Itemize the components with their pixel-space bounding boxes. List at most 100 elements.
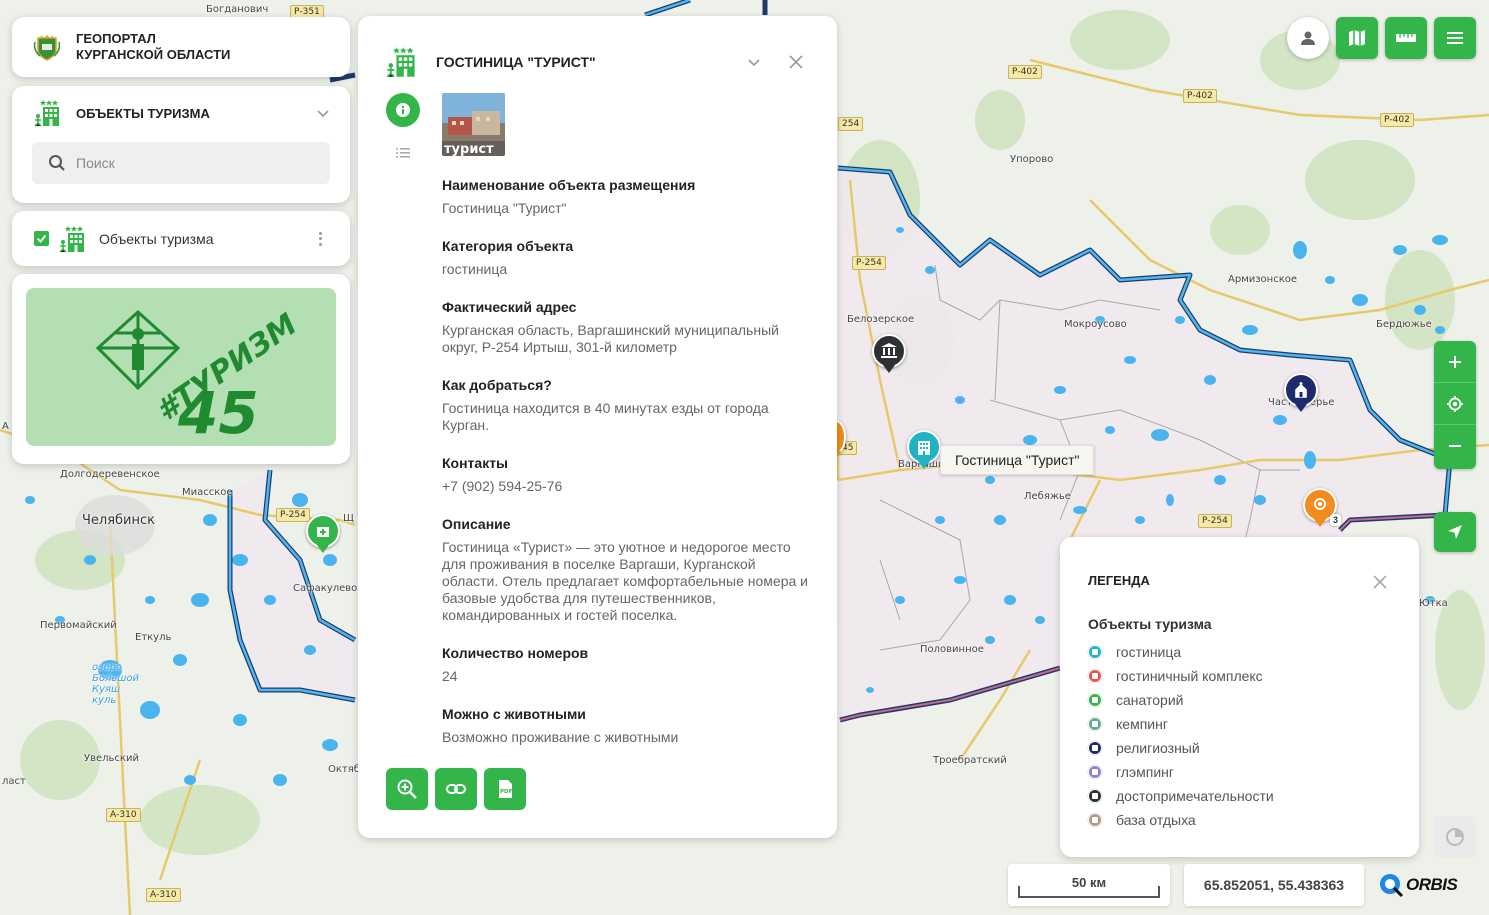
user-button[interactable] xyxy=(1287,17,1329,59)
orbis-logo-icon xyxy=(1380,874,1404,898)
legend-item: достопримечательности xyxy=(1088,784,1391,808)
zoom-in-button[interactable] xyxy=(1434,341,1476,383)
photo-caption: турист xyxy=(444,142,494,156)
field-value: Гостиница "Турист" xyxy=(442,200,567,216)
legend-item-label: санаторий xyxy=(1116,692,1184,708)
close-icon[interactable] xyxy=(1373,575,1387,589)
legend-item-label: кемпинг xyxy=(1116,716,1168,732)
legend-panel: ЛЕГЕНДА Объекты туризма гостиница гостин… xyxy=(1060,537,1419,857)
tourism-banner-card[interactable]: #ТУРИЗМ 45 xyxy=(12,274,350,464)
sanatorium-marker[interactable] xyxy=(306,514,340,553)
hotel-icon xyxy=(918,441,930,455)
close-icon[interactable] xyxy=(789,55,803,69)
legend-item-label: гостиница xyxy=(1116,644,1182,660)
tab-attributes[interactable] xyxy=(386,136,420,170)
church-icon xyxy=(1295,382,1307,398)
hotel-marker-selected[interactable] xyxy=(907,430,941,469)
field-contacts: Контакты +7 (902) 594-25-76 xyxy=(442,454,812,495)
religious-marker[interactable] xyxy=(1284,373,1318,412)
measure-button[interactable] xyxy=(1385,17,1427,59)
export-pdf-button[interactable]: PDF xyxy=(484,768,526,810)
detail-fields: Наименование объекта размещения Гостиниц… xyxy=(442,176,812,766)
field-value: Курганская область, Варгашинский муницип… xyxy=(442,322,779,355)
hotel-category-icon xyxy=(386,47,415,78)
field-label: Наименование объекта размещения xyxy=(442,177,696,193)
zoom-in-icon xyxy=(397,779,417,799)
reset-view-button[interactable] xyxy=(1434,383,1476,425)
hotel-layer-icon xyxy=(34,100,59,127)
portal-title-line2: КУРГАНСКОЙ ОБЛАСТИ xyxy=(76,47,231,62)
layer-group-header[interactable]: ОБЪЕКТЫ ТУРИЗМА xyxy=(32,86,330,140)
road-badge: Р-402 xyxy=(1380,113,1414,127)
coat-of-arms-icon xyxy=(33,35,61,61)
crosshair-icon xyxy=(1447,395,1463,412)
legend-subtitle: Объекты туризма xyxy=(1088,616,1212,632)
tab-info[interactable] xyxy=(386,93,420,127)
place-label: Миасское xyxy=(182,487,233,498)
field-label: Категория объекта xyxy=(442,238,574,254)
object-photo[interactable]: турист xyxy=(442,93,505,156)
place-label: Богданович xyxy=(206,4,269,15)
layer-group-title: ОБЪЕКТЫ ТУРИЗМА xyxy=(76,105,210,121)
road-badge: Р-254 xyxy=(1198,514,1232,528)
search-input[interactable] xyxy=(76,155,316,171)
sanatorium-icon xyxy=(317,527,329,537)
legend-item: база отдыха xyxy=(1088,808,1391,832)
orbis-logo-text: ORBIS xyxy=(1406,875,1458,894)
place-label: Половинное xyxy=(920,644,984,655)
place-label: Увельский xyxy=(84,753,139,764)
map-tooltip: Гостиница "Турист" xyxy=(940,445,1095,475)
legend-items: гостиница гостиничный комплекс санаторий… xyxy=(1088,640,1391,832)
legend-item-label: достопримечательности xyxy=(1116,788,1274,804)
hotel-photo: турист xyxy=(442,93,505,156)
hamburger-icon xyxy=(1447,32,1463,44)
field-label: Описание xyxy=(442,516,511,532)
legend-item: гостиница xyxy=(1088,640,1391,664)
statistics-button[interactable] xyxy=(1434,816,1476,858)
place-label: Первомайский xyxy=(40,620,117,631)
object-detail-panel: ГОСТИНИЦА "ТУРИСТ" турист Наименование о… xyxy=(358,16,837,838)
field-label: Можно с животными xyxy=(442,706,586,722)
zoom-out-button[interactable] xyxy=(1434,425,1476,467)
main-menu-button[interactable] xyxy=(1434,17,1476,59)
place-label: Мокроусово xyxy=(1064,319,1127,330)
detail-actions: PDF xyxy=(386,768,526,810)
geolocation-button[interactable] xyxy=(1434,512,1476,552)
tourism-banner[interactable]: #ТУРИЗМ 45 xyxy=(26,288,336,446)
search-icon xyxy=(49,155,65,171)
road-badge: Р-402 xyxy=(1008,65,1042,79)
collapse-icon[interactable] xyxy=(747,55,761,69)
place-label: Ютка xyxy=(1419,598,1448,609)
layer-menu-icon[interactable] xyxy=(312,231,328,247)
zoom-to-object-button[interactable] xyxy=(386,768,428,810)
search-box[interactable] xyxy=(32,142,330,184)
basemap-button[interactable] xyxy=(1336,17,1378,59)
field-label: Как добраться? xyxy=(442,377,552,393)
sight-marker[interactable] xyxy=(872,334,906,373)
banner-number: 45 xyxy=(177,379,259,446)
portal-title-card: ГЕОПОРТАЛ КУРГАНСКОЙ ОБЛАСТИ xyxy=(12,17,350,77)
layer-checkbox[interactable] xyxy=(34,231,49,246)
field-label: Количество номеров xyxy=(442,645,589,661)
copy-link-button[interactable] xyxy=(435,768,477,810)
detail-title: ГОСТИНИЦА "ТУРИСТ" xyxy=(436,54,596,70)
field-value[interactable]: +7 (902) 594-25-76 xyxy=(442,478,812,495)
field-pets: Можно с животными Возможно проживание с … xyxy=(442,705,812,746)
legend-item: кемпинг xyxy=(1088,712,1391,736)
place-label: ласт xyxy=(2,776,26,787)
layer-row[interactable]: Объекты туризма xyxy=(12,211,350,266)
cluster-marker[interactable]: 3 xyxy=(1303,488,1341,527)
svg-text:PDF: PDF xyxy=(500,789,513,795)
legend-item: санаторий xyxy=(1088,688,1391,712)
chevron-down-icon[interactable] xyxy=(316,106,330,120)
ruler-icon xyxy=(1396,34,1416,42)
orbis-logo[interactable]: ORBIS xyxy=(1378,872,1458,898)
camping-icon xyxy=(1088,717,1102,731)
field-label: Фактический адрес xyxy=(442,299,577,315)
legend-item: гостиничный комплекс xyxy=(1088,664,1391,688)
portal-title-line1: ГЕОПОРТАЛ xyxy=(76,31,156,46)
place-label: Лебяжье xyxy=(1024,491,1071,502)
detail-header: ГОСТИНИЦА "ТУРИСТ" xyxy=(384,42,811,82)
minus-icon xyxy=(1449,445,1461,447)
field-value: гостиница xyxy=(442,261,508,277)
